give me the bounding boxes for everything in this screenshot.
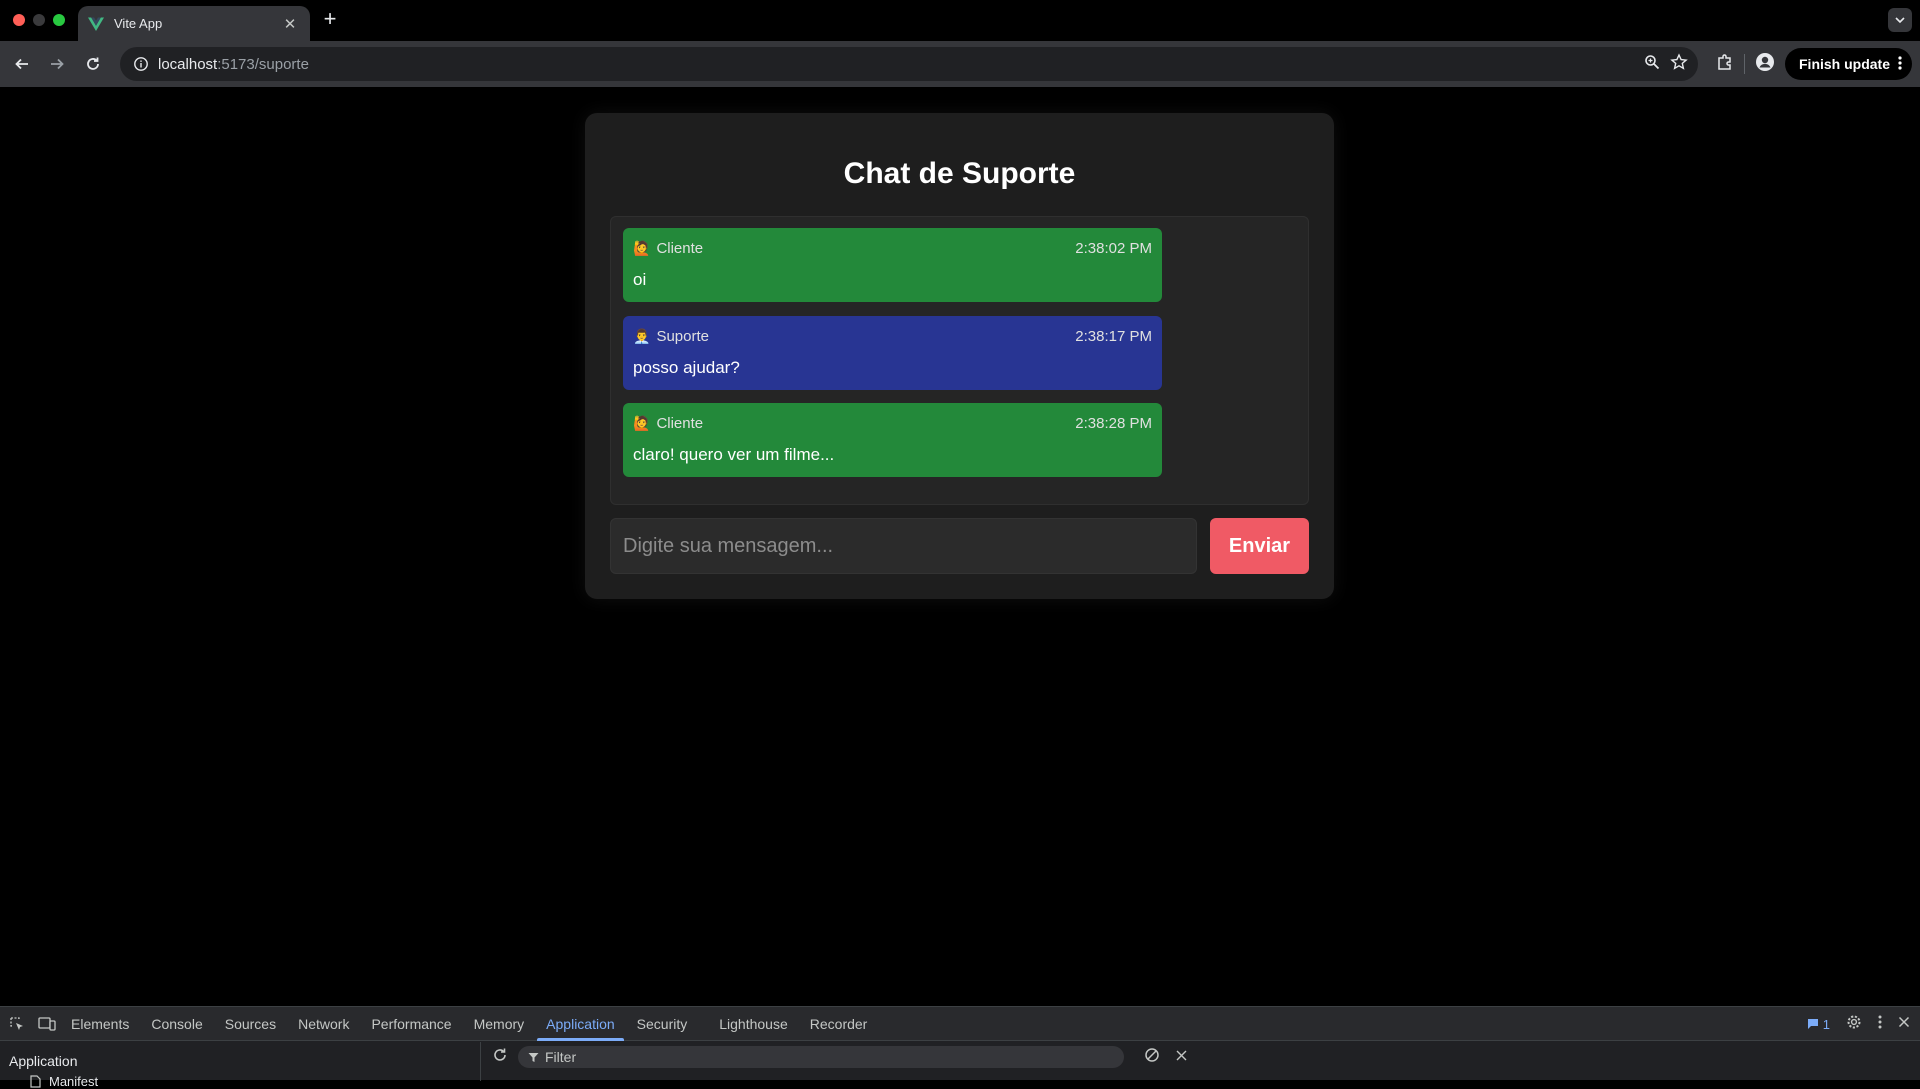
message-composer: Enviar [610,518,1309,574]
suporte-avatar-icon: 👨‍💼 [633,328,651,344]
device-toolbar-icon[interactable] [34,1011,60,1037]
window-minimize-button[interactable] [33,14,45,26]
kebab-menu-icon [1898,55,1902,73]
new-tab-plus-icon[interactable]: + [318,8,342,32]
message-bubble: 🙋 Cliente 2:38:02 PM oi [623,228,1162,302]
message-text: claro! quero ver um filme... [633,445,835,464]
devtools-settings-gear-icon[interactable] [1846,1014,1862,1035]
application-sidebar: Application Manifest [0,1042,481,1089]
finish-update-button[interactable]: Finish update [1785,48,1912,80]
message-author: Cliente [656,240,704,257]
devtools-more-options-icon[interactable] [1878,1015,1882,1034]
message-bubble: 🙋 Cliente 2:38:28 PM claro! quero ver um… [623,403,1162,477]
message-text: posso ajudar? [633,358,740,377]
devtools-close-icon[interactable] [1898,1015,1910,1033]
browser-tab-strip: Vite App ✕ + [0,0,1920,41]
devtools-tab-performance[interactable]: Performance [360,1007,462,1041]
filter-input[interactable]: Filter [518,1046,1124,1068]
message-time: 2:38:02 PM [1075,240,1152,257]
devtools-tab-elements[interactable]: Elements [60,1007,140,1041]
zoom-icon[interactable] [1644,54,1660,75]
sidebar-section-title: Application [9,1053,78,1069]
chat-card: Chat de Suporte 🙋 Cliente 2:38:02 PM oi … [585,113,1334,599]
issues-counter[interactable]: 1 [1807,1017,1830,1032]
address-bar[interactable]: localhost:5173/suporte [120,47,1698,81]
devtools-panel: Elements Console Sources Network Perform… [0,1006,1920,1089]
browser-toolbar: localhost:5173/suporte Finish update [0,41,1920,87]
window-close-button[interactable] [13,14,25,26]
vue-logo-icon [88,17,104,31]
devtools-tab-lighthouse[interactable]: Lighthouse [708,1007,799,1041]
toolbar-divider [1744,54,1745,74]
chat-title: Chat de Suporte [843,157,1076,190]
url-host: localhost [158,55,218,73]
clear-filter-x-icon[interactable] [1176,1048,1187,1066]
message-time: 2:38:28 PM [1075,415,1152,432]
file-icon [30,1075,41,1088]
finish-update-label: Finish update [1799,56,1890,72]
forward-arrow-icon[interactable] [45,52,69,76]
devtools-tab-memory[interactable]: Memory [463,1007,536,1041]
tab-title: Vite App [114,16,163,31]
filter-placeholder: Filter [545,1049,577,1065]
message-author: Suporte [656,328,709,345]
sidebar-item-manifest[interactable]: Manifest [30,1074,98,1089]
devtools-tab-network[interactable]: Network [287,1007,360,1041]
profile-avatar-icon[interactable] [1755,52,1775,77]
cliente-avatar-icon: 🙋 [633,415,651,431]
message-text: oi [633,270,647,289]
message-bubble: 👨‍💼 Suporte 2:38:17 PM posso ajudar? [623,316,1162,390]
issues-count: 1 [1822,1016,1830,1032]
browser-tab[interactable]: Vite App ✕ [78,6,310,41]
devtools-tab-application[interactable]: Application [535,1007,626,1041]
sidebar-item-label: Manifest [49,1074,99,1089]
page-viewport: Chat de Suporte 🙋 Cliente 2:38:02 PM oi … [0,87,1920,1006]
devtools-tabbar: Elements Console Sources Network Perform… [0,1007,1920,1041]
url-path: :5173/suporte [217,55,309,73]
devtools-tab-recorder[interactable]: Recorder [799,1007,879,1041]
devtools-tab-security[interactable]: Security [626,1007,699,1041]
back-arrow-icon[interactable] [10,52,34,76]
send-button[interactable]: Enviar [1210,518,1309,574]
tab-search-chevron-icon[interactable] [1888,8,1912,32]
devtools-tab-sources[interactable]: Sources [214,1007,287,1041]
message-list[interactable]: 🙋 Cliente 2:38:02 PM oi 👨‍💼 Suporte 2:38… [610,216,1309,505]
inspect-element-icon[interactable] [4,1011,30,1037]
extensions-puzzle-icon[interactable] [1716,53,1734,76]
filter-funnel-icon [528,1052,539,1062]
reload-icon[interactable] [81,52,105,76]
message-author: Cliente [656,415,704,432]
site-info-icon[interactable] [124,47,158,81]
message-time: 2:38:17 PM [1075,328,1152,345]
refresh-icon[interactable] [492,1047,508,1068]
clear-blocked-icon[interactable] [1144,1047,1160,1068]
cliente-avatar-icon: 🙋 [633,240,651,256]
tab-close-icon[interactable]: ✕ [280,14,300,34]
window-maximize-button[interactable] [53,14,65,26]
issues-message-icon [1807,1019,1818,1029]
devtools-filter-bar: Filter [482,1042,1920,1072]
message-input[interactable] [610,518,1197,574]
devtools-tab-console[interactable]: Console [140,1007,213,1041]
bookmark-star-icon[interactable] [1670,52,1688,76]
